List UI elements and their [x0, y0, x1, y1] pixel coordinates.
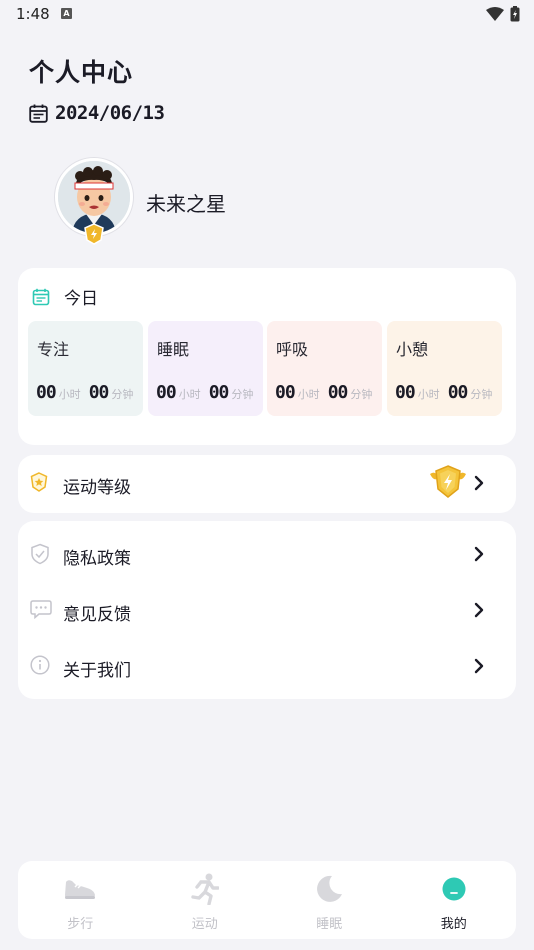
- minute-unit: 分钟: [231, 388, 254, 401]
- level-badge-icon: [30, 472, 48, 492]
- stat-value: 00 小时 00 分钟: [36, 382, 141, 403]
- calendar-icon: [32, 288, 50, 305]
- menu-item-privacy[interactable]: 隐私政策: [18, 527, 516, 583]
- medal-badge-icon: [84, 223, 104, 245]
- stat-hours: 00: [275, 382, 296, 403]
- smile-face-icon: [437, 873, 471, 905]
- info-icon: [30, 655, 50, 675]
- hour-unit: 小时: [178, 388, 201, 401]
- stat-title: 睡眠: [157, 340, 190, 359]
- status-icons: [486, 6, 520, 22]
- minute-unit: 分钟: [111, 388, 134, 401]
- notification-icon: A: [61, 8, 72, 19]
- stat-hours: 00: [36, 382, 57, 403]
- tab-sleep[interactable]: 睡眠: [267, 861, 392, 939]
- tab-label: 我的: [440, 917, 467, 932]
- tab-label: 运动: [191, 917, 218, 932]
- stat-sleep[interactable]: 睡眠 00 小时 00 分钟: [148, 321, 263, 416]
- settings-menu: 隐私政策 意见反馈 关于我们: [18, 521, 516, 699]
- tab-exercise[interactable]: 运动: [143, 861, 268, 939]
- stat-minutes: 00: [327, 382, 349, 403]
- tab-walk[interactable]: 步行: [18, 861, 143, 939]
- page-title: 个人中心: [29, 58, 134, 87]
- stat-minutes: 00: [208, 382, 230, 403]
- sport-level-label: 运动等级: [63, 478, 131, 498]
- moon-icon: [312, 873, 346, 905]
- date-row: 2024/06/13: [29, 102, 165, 124]
- shield-check-icon: [31, 543, 49, 565]
- current-date: 2024/06/13: [55, 102, 165, 124]
- tab-label: 睡眠: [316, 917, 343, 932]
- wifi-icon: [486, 7, 504, 21]
- menu-item-label: 关于我们: [63, 661, 131, 681]
- stat-breathing[interactable]: 呼吸 00 小时 00 分钟: [267, 321, 382, 416]
- stat-title: 专注: [37, 340, 70, 359]
- hour-unit: 小时: [58, 388, 81, 401]
- stat-title: 呼吸: [276, 340, 309, 359]
- status-time: 1:48: [16, 5, 50, 23]
- stat-value: 00 小时 00 分钟: [395, 382, 500, 403]
- chevron-right-icon: [474, 602, 484, 618]
- stat-focus[interactable]: 专注 00 小时 00 分钟: [28, 321, 143, 416]
- stat-title: 小憩: [396, 340, 429, 359]
- menu-item-feedback[interactable]: 意见反馈: [18, 583, 516, 639]
- stat-minutes: 00: [447, 382, 469, 403]
- menu-item-about[interactable]: 关于我们: [18, 639, 516, 695]
- today-label: 今日: [64, 289, 98, 309]
- bottom-tab-bar: 步行 运动 睡眠 我的: [18, 861, 516, 939]
- chat-bubble-icon: [30, 600, 52, 619]
- calendar-icon: [29, 104, 48, 123]
- today-card: 今日 专注 00 小时 00 分钟 睡眠 00 小时 00 分钟 呼吸 00 小时 00 分…: [18, 268, 516, 445]
- sport-level-row[interactable]: 运动等级: [18, 455, 516, 513]
- gold-medal-icon: [430, 465, 466, 498]
- menu-item-label: 意见反馈: [63, 605, 131, 625]
- chevron-right-icon: [474, 658, 484, 674]
- hour-unit: 小时: [417, 388, 440, 401]
- user-name: 未来之星: [146, 192, 226, 216]
- runner-icon: [188, 873, 222, 905]
- stat-value: 00 小时 00 分钟: [156, 382, 261, 403]
- battery-icon: [510, 6, 520, 22]
- menu-item-label: 隐私政策: [63, 549, 131, 569]
- sport-level-item[interactable]: 运动等级: [18, 456, 516, 512]
- status-bar: 1:48 A: [0, 0, 534, 28]
- stat-minutes: 00: [88, 382, 110, 403]
- stat-nap[interactable]: 小憩 00 小时 00 分钟: [387, 321, 502, 416]
- minute-unit: 分钟: [350, 388, 373, 401]
- stat-value: 00 小时 00 分钟: [275, 382, 380, 403]
- tab-label: 步行: [67, 917, 94, 932]
- stat-hours: 00: [395, 382, 416, 403]
- tab-mine[interactable]: 我的: [392, 861, 517, 939]
- hour-unit: 小时: [297, 388, 320, 401]
- minute-unit: 分钟: [470, 388, 493, 401]
- chevron-right-icon: [474, 475, 484, 491]
- today-header: 今日: [32, 284, 98, 309]
- chevron-right-icon: [474, 546, 484, 562]
- stat-hours: 00: [156, 382, 177, 403]
- shoe-icon: [63, 873, 97, 905]
